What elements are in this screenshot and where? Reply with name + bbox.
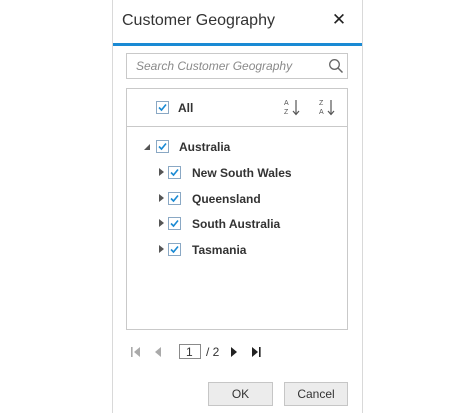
search-icon[interactable] bbox=[328, 58, 344, 74]
sort-ascending-icon[interactable]: A Z bbox=[283, 97, 301, 117]
tree-node-checkbox[interactable] bbox=[168, 217, 181, 230]
tree-node-australia[interactable]: Australia bbox=[127, 137, 347, 157]
previous-page-icon[interactable] bbox=[152, 346, 164, 358]
collapse-triangle-icon[interactable] bbox=[143, 143, 151, 151]
tree-node-label: Tasmania bbox=[192, 243, 247, 257]
tree-node-checkbox[interactable] bbox=[168, 243, 181, 256]
search-input[interactable] bbox=[127, 54, 328, 78]
last-page-icon[interactable] bbox=[250, 346, 262, 358]
expand-triangle-icon[interactable] bbox=[157, 219, 165, 227]
cancel-button[interactable]: Cancel bbox=[284, 382, 348, 406]
first-page-icon[interactable] bbox=[130, 346, 142, 358]
tree-node-label: Queensland bbox=[192, 192, 261, 206]
ok-button[interactable]: OK bbox=[208, 382, 273, 406]
tree-node-tasmania[interactable]: Tasmania bbox=[127, 240, 347, 260]
tree-node-checkbox[interactable] bbox=[168, 166, 181, 179]
tree-node-label: New South Wales bbox=[192, 166, 292, 180]
tree-node-checkbox[interactable] bbox=[156, 140, 169, 153]
sort-descending-icon[interactable]: Z A bbox=[318, 97, 336, 117]
svg-text:Z: Z bbox=[319, 100, 324, 107]
expand-triangle-icon[interactable] bbox=[157, 194, 165, 202]
tree-node-checkbox[interactable] bbox=[168, 192, 181, 205]
member-list-panel: All A Z Z A Australia New South Wales Qu… bbox=[126, 88, 348, 330]
tree-node-label: South Australia bbox=[192, 217, 281, 231]
tree-node-south-australia[interactable]: South Australia bbox=[127, 214, 347, 234]
svg-text:A: A bbox=[319, 109, 324, 116]
select-all-row: All A Z Z A bbox=[127, 89, 347, 127]
tree-node-new-south-wales[interactable]: New South Wales bbox=[127, 163, 347, 183]
select-all-label: All bbox=[178, 101, 194, 115]
pager: / 2 bbox=[130, 344, 280, 360]
next-page-icon[interactable] bbox=[228, 346, 240, 358]
search-box bbox=[126, 53, 348, 79]
close-icon[interactable]: ✕ bbox=[331, 11, 347, 29]
tree-node-label: Australia bbox=[179, 140, 231, 154]
page-number-input[interactable] bbox=[179, 344, 201, 359]
select-all-checkbox[interactable] bbox=[156, 101, 169, 114]
dialog-title: Customer Geography bbox=[122, 12, 275, 29]
expand-triangle-icon[interactable] bbox=[157, 245, 165, 253]
dialog-header: Customer Geography ✕ bbox=[113, 0, 362, 46]
svg-text:Z: Z bbox=[284, 109, 289, 116]
page-total: / 2 bbox=[206, 345, 220, 359]
svg-text:A: A bbox=[284, 100, 289, 107]
tree-node-queensland[interactable]: Queensland bbox=[127, 189, 347, 209]
member-editor-dialog: Customer Geography ✕ All A Z Z A bbox=[112, 0, 363, 413]
expand-triangle-icon[interactable] bbox=[157, 168, 165, 176]
